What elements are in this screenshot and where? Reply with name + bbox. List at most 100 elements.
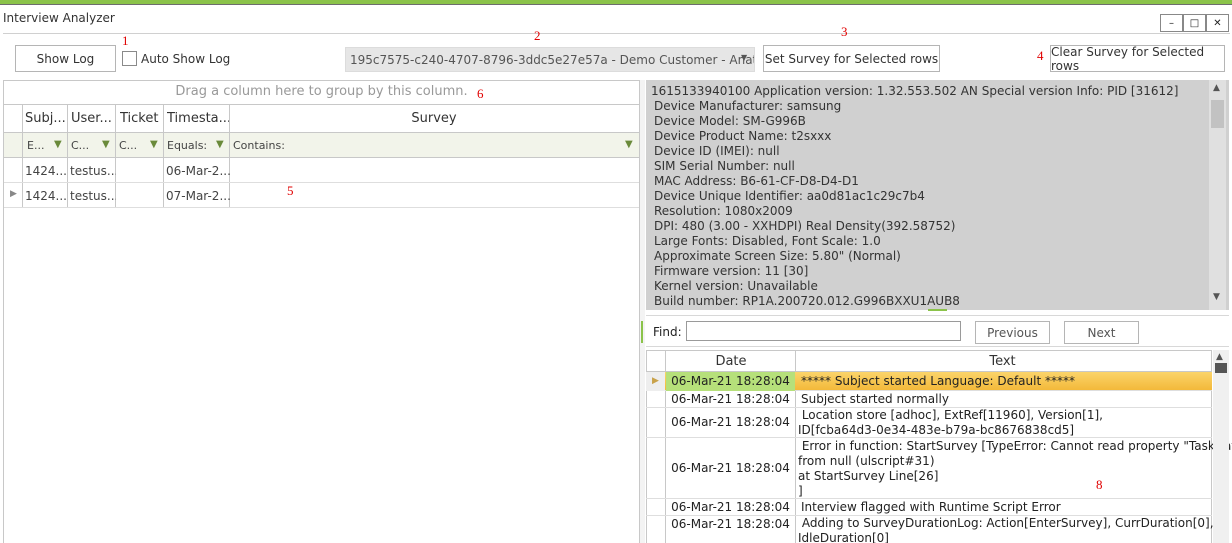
maximize-icon: □	[1189, 17, 1200, 29]
info-line: Device Product Name: t2sxxx	[654, 129, 832, 143]
filter-icon[interactable]: ▼	[150, 139, 158, 150]
cell-timestamp: 07-Mar-2...	[166, 189, 230, 203]
column-header-survey[interactable]: Survey	[230, 111, 638, 126]
filter-icon[interactable]: ▼	[54, 139, 62, 150]
info-line: Device Model: SM-G996B	[654, 114, 806, 128]
list-item[interactable]: 06-Mar-21 18:28:04 Location store [adhoc…	[646, 408, 1212, 438]
window-title: Interview Analyzer	[3, 11, 115, 25]
toolbar-border	[3, 33, 1230, 34]
log-text: Location store [adhoc], ExtRef[11960], V…	[798, 408, 1103, 437]
accent-divider	[0, 4, 1232, 5]
cursor-marker	[928, 309, 947, 311]
annotation-2: 2	[534, 28, 541, 43]
scroll-down-icon[interactable]: ▼	[1213, 292, 1220, 302]
info-line: Large Fonts: Disabled, Font Scale: 1.0	[654, 234, 881, 248]
splitter[interactable]	[640, 80, 645, 543]
filter-icon[interactable]: ▼	[216, 139, 224, 150]
filter-timestamp[interactable]: Equals:	[167, 139, 207, 152]
info-line: 1615133940100 Application version: 1.32.…	[651, 84, 1179, 98]
annotation-3: 3	[841, 24, 848, 39]
close-button[interactable]: ✕	[1206, 14, 1229, 32]
grid-filter-row: E... ▼ C... ▼ C... ▼ Equals: ▼ Contains:…	[4, 132, 639, 158]
minimize-icon: –	[1169, 17, 1174, 29]
table-row[interactable]: 1424... testus... 06-Mar-2...	[4, 159, 639, 183]
info-line: SIM Serial Number: null	[654, 159, 795, 173]
scroll-up-icon[interactable]: ▲	[1216, 352, 1223, 362]
list-item[interactable]: 06-Mar-21 18:28:04 Adding to SurveyDurat…	[646, 516, 1214, 543]
info-line: Device Unique Identifier: aa0d81ac1c29c7…	[654, 189, 925, 203]
close-icon: ✕	[1213, 17, 1222, 29]
info-scrollbar[interactable]: ▲ ▼	[1209, 80, 1226, 310]
previous-button[interactable]: Previous	[975, 321, 1050, 344]
column-header-subject[interactable]: Subj...	[25, 111, 67, 126]
divider	[646, 315, 1229, 316]
log-header-row: Date Text	[647, 351, 1211, 372]
scroll-thumb[interactable]	[1211, 100, 1224, 128]
log-row-selected[interactable]: ▶ 06-Mar-21 18:28:04 ***** Subject start…	[646, 372, 1212, 391]
cell-timestamp: 06-Mar-2...	[166, 164, 230, 178]
log-text: Interview flagged with Runtime Script Er…	[801, 500, 1061, 514]
annotation-4: 4	[1037, 48, 1044, 63]
log-column-date[interactable]: Date	[666, 354, 796, 369]
minimize-button[interactable]: –	[1160, 14, 1183, 32]
log-text: Subject started normally	[801, 392, 949, 406]
show-log-button[interactable]: Show Log	[15, 45, 116, 72]
annotation-1: 1	[122, 33, 129, 48]
list-item[interactable]: 06-Mar-21 18:28:04 Error in function: St…	[646, 438, 1232, 499]
scroll-thumb[interactable]	[1215, 363, 1227, 373]
filter-icon[interactable]: ▼	[102, 139, 110, 150]
survey-combo[interactable]: 195c7575-c240-4707-8796-3ddc5e27e57a - D…	[345, 47, 755, 72]
divider	[646, 346, 1229, 347]
log-text: Error in function: StartSurvey [TypeErro…	[798, 439, 1232, 498]
survey-combo-value: 195c7575-c240-4707-8796-3ddc5e27e57a - D…	[350, 53, 755, 67]
filter-user[interactable]: C...	[71, 139, 89, 152]
cell-subject: 1424...	[25, 164, 67, 178]
filter-ticket[interactable]: C...	[119, 139, 137, 152]
log-date: 06-Mar-21 18:28:04	[671, 500, 790, 514]
find-input[interactable]	[686, 321, 961, 341]
info-line: Device ID (IMEI): null	[654, 144, 780, 158]
next-button[interactable]: Next	[1064, 321, 1139, 344]
auto-show-log-label: Auto Show Log	[141, 52, 231, 66]
grid-header-row: Subj... User... Ticket Timesta... Survey	[4, 105, 639, 132]
log-date: 06-Mar-21 18:28:04	[671, 461, 790, 475]
filter-icon[interactable]: ▼	[625, 139, 633, 150]
info-line: Approximate Screen Size: 5.80" (Normal)	[654, 249, 901, 263]
find-label: Find:	[653, 325, 682, 339]
log-date: 06-Mar-21 18:28:04	[671, 415, 790, 429]
info-line: Device Manufacturer: samsung	[654, 99, 842, 113]
filter-survey[interactable]: Contains:	[233, 139, 285, 152]
log-date: 06-Mar-21 18:28:04	[671, 392, 790, 406]
chevron-down-icon[interactable]: ▼	[741, 53, 747, 62]
filter-subject[interactable]: E...	[27, 139, 44, 152]
column-header-user[interactable]: User...	[71, 111, 115, 126]
row-indicator-icon: ▶	[652, 376, 659, 386]
column-header-ticket[interactable]: Ticket	[120, 111, 166, 126]
info-line: MAC Address: B6-61-CF-D8-D4-D1	[654, 174, 859, 188]
find-bar-accent	[641, 321, 643, 343]
list-item[interactable]: 06-Mar-21 18:28:04 Interview flagged wit…	[646, 499, 1212, 516]
auto-show-log-checkbox[interactable]	[122, 51, 137, 66]
clear-survey-button[interactable]: Clear Survey for Selected rows	[1050, 45, 1225, 73]
info-line: DPI: 480 (3.00 - XXHDPI) Real Density(39…	[654, 219, 956, 233]
log-date: 06-Mar-21 18:28:04	[671, 374, 790, 388]
set-survey-button[interactable]: Set Survey for Selected rows	[763, 45, 940, 72]
cell-subject: 1424...	[25, 189, 67, 203]
cell-user: testus...	[70, 189, 116, 203]
group-panel[interactable]: Drag a column here to group by this colu…	[4, 81, 639, 103]
device-info-panel: 1615133940100 Application version: 1.32.…	[646, 80, 1229, 311]
info-line: Firmware version: 11 [30]	[654, 264, 809, 278]
list-item[interactable]: 06-Mar-21 18:28:04 Subject started norma…	[646, 391, 1212, 408]
info-line: Kernel version: Unavailable	[654, 279, 818, 293]
log-column-text[interactable]: Text	[796, 354, 1209, 369]
column-header-timestamp[interactable]: Timesta...	[167, 111, 229, 126]
info-line: Build number: RP1A.200720.012.G996BXXU1A…	[654, 294, 960, 308]
maximize-button[interactable]: □	[1183, 14, 1206, 32]
log-date: 06-Mar-21 18:28:04	[671, 517, 790, 531]
scroll-up-icon[interactable]: ▲	[1213, 83, 1220, 93]
log-text: ***** Subject started Language: Default …	[801, 374, 1075, 388]
log-text: Adding to SurveyDurationLog: Action[Ente…	[798, 516, 1214, 543]
cell-user: testus...	[70, 164, 116, 178]
log-scrollbar[interactable]: ▲	[1213, 350, 1229, 543]
table-row[interactable]: ▶ 1424... testus... 07-Mar-2...	[4, 184, 639, 208]
